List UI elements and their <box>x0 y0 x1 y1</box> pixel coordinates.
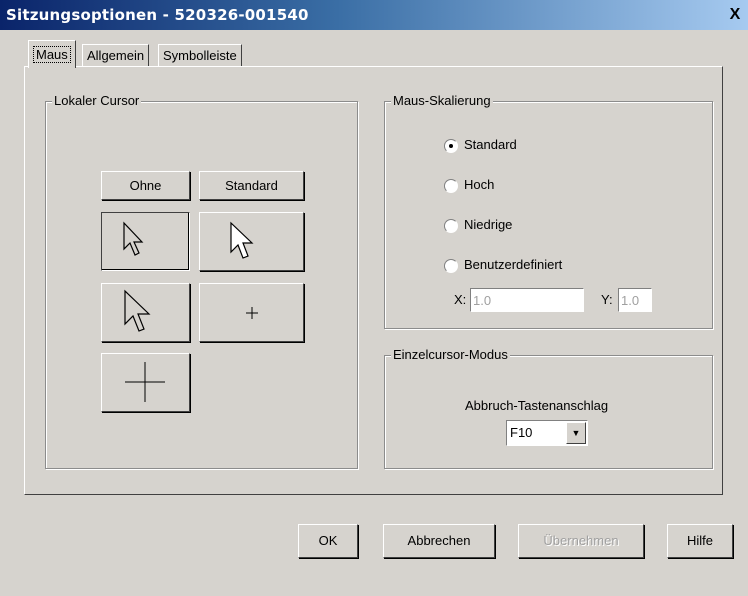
cursor-option-large-crosshair[interactable] <box>101 353 190 412</box>
scaling-low-label: Niedrige <box>464 217 513 232</box>
scale-y-label: Y: <box>601 292 613 307</box>
tab-symbolleiste[interactable]: Symbolleiste <box>158 44 242 67</box>
scaling-high-radio[interactable]: Hoch <box>444 176 494 194</box>
scaling-standard-label: Standard <box>464 137 517 152</box>
single-cursor-legend: Einzelcursor-Modus <box>391 347 510 362</box>
scale-x-label: X: <box>454 292 467 307</box>
radio-unchecked-icon <box>444 178 458 193</box>
single-cursor-group: Einzelcursor-Modus Abbruch-Tastenanschla… <box>384 347 713 469</box>
tab-maus-label: Maus <box>33 46 71 63</box>
cancel-button[interactable]: Abbrechen <box>383 524 495 558</box>
abort-key-dropdown[interactable]: F10 ▼ <box>506 420 588 446</box>
scaling-custom-label: Benutzerdefiniert <box>464 257 563 272</box>
cancel-label: Abbrechen <box>407 533 471 548</box>
ok-button[interactable]: OK <box>298 524 358 558</box>
large-crosshair-icon <box>125 362 165 402</box>
radio-checked-icon <box>444 138 458 153</box>
tab-panel-maus: Lokaler Cursor Ohne Standard Maus-Skalie… <box>24 66 723 495</box>
session-options-dialog: Sitzungsoptionen - 520326-001540 X Maus … <box>0 0 748 596</box>
abort-key-label: Abbruch-Tastenanschlag <box>465 398 609 413</box>
mouse-scaling-group: Maus-Skalierung Standard Hoch Niedrige B… <box>384 93 713 329</box>
help-label: Hilfe <box>686 533 713 548</box>
close-icon[interactable]: X <box>726 6 744 23</box>
apply-label: Übernehmen <box>543 533 619 548</box>
ok-label: OK <box>318 533 338 548</box>
default-cursor-label: Standard <box>225 178 278 193</box>
cursor-option-large-arrow[interactable] <box>199 212 304 271</box>
outline-arrow-cursor-icon <box>124 289 151 332</box>
scaling-high-label: Hoch <box>464 177 495 192</box>
none-cursor-label: Ohne <box>129 178 162 193</box>
scale-x-field[interactable]: 1.0 <box>470 288 584 312</box>
local-cursor-legend: Lokaler Cursor <box>52 93 142 108</box>
tab-maus[interactable]: Maus <box>28 40 76 68</box>
scaling-standard-radio[interactable]: Standard <box>444 136 517 154</box>
none-cursor-button[interactable]: Ohne <box>101 171 190 200</box>
scaling-low-radio[interactable]: Niedrige <box>444 216 512 234</box>
radio-unchecked-icon <box>444 258 458 273</box>
cursor-option-outline-arrow[interactable] <box>101 283 190 342</box>
default-cursor-button[interactable]: Standard <box>199 171 304 200</box>
window-title: Sitzungsoptionen - 520326-001540 <box>6 6 309 24</box>
abort-key-value: F10 <box>510 425 533 440</box>
large-arrow-cursor-icon <box>230 221 254 259</box>
cursor-option-small-crosshair[interactable] <box>199 283 304 342</box>
small-crosshair-icon <box>246 307 258 319</box>
tab-allgemein[interactable]: Allgemein <box>82 44 150 67</box>
scaling-custom-radio[interactable]: Benutzerdefiniert <box>444 256 562 274</box>
chevron-down-icon[interactable]: ▼ <box>566 422 586 444</box>
mouse-scaling-legend: Maus-Skalierung <box>391 93 493 108</box>
title-bar[interactable]: Sitzungsoptionen - 520326-001540 X <box>0 0 748 30</box>
cursor-option-small-arrow[interactable] <box>101 212 190 271</box>
local-cursor-group: Lokaler Cursor Ohne Standard <box>45 93 358 469</box>
small-arrow-cursor-icon <box>123 221 144 256</box>
tab-symbolleiste-label: Symbolleiste <box>163 48 237 63</box>
tab-allgemein-label: Allgemein <box>87 48 145 63</box>
scale-y-field[interactable]: 1.0 <box>618 288 652 312</box>
help-button[interactable]: Hilfe <box>667 524 733 558</box>
apply-button[interactable]: Übernehmen <box>518 524 644 558</box>
radio-unchecked-icon <box>444 218 458 233</box>
